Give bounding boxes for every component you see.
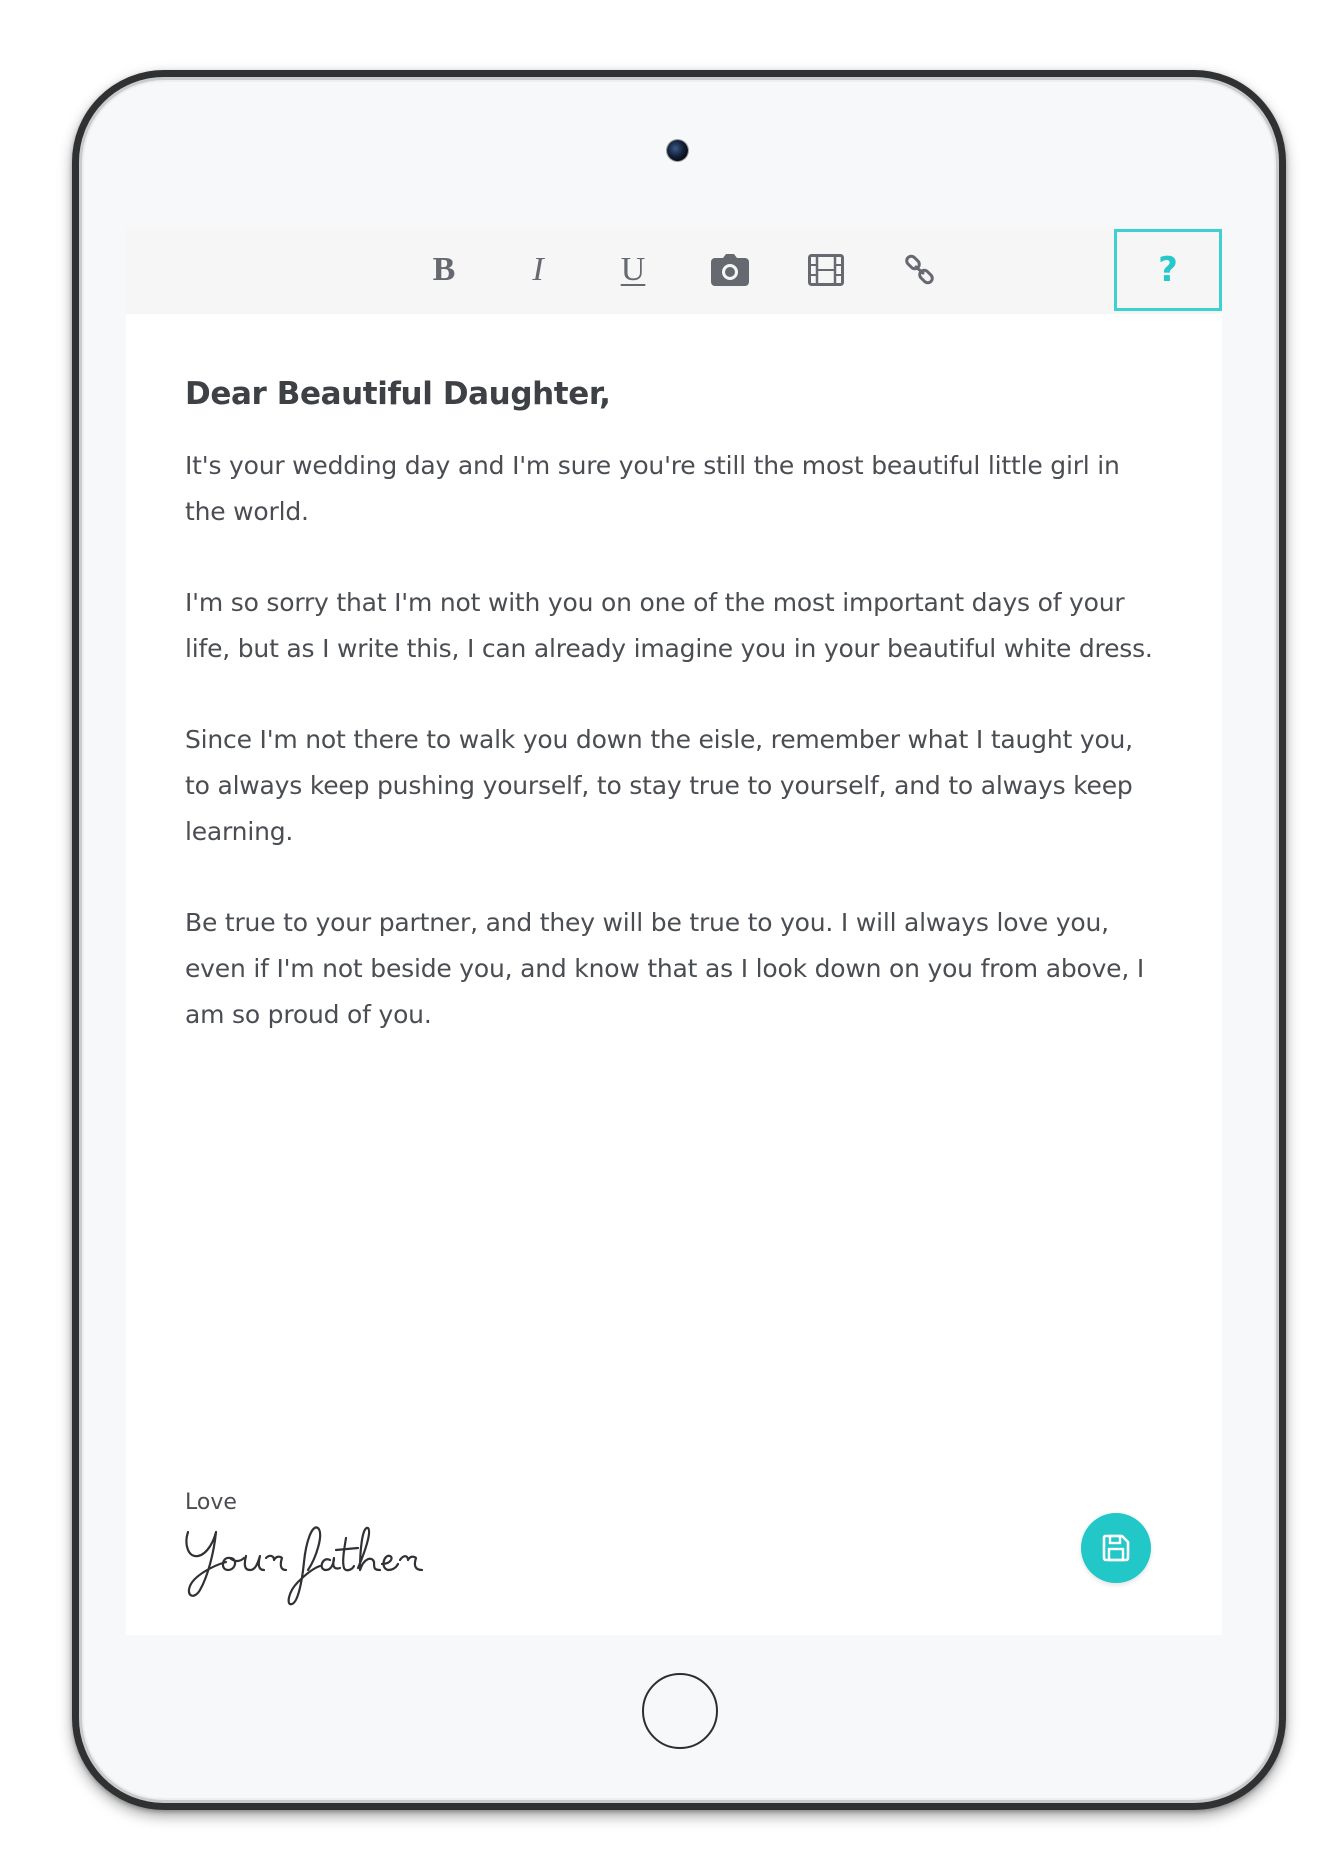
link-icon [905,254,934,285]
letter-paragraph-1: It's your wedding day and I'm sure you'r… [185,451,1120,527]
letter-body[interactable]: Dear Beautiful Daughter, It's your weddi… [185,376,1175,1083]
letter-paragraph-2: I'm so sorry that I'm not with you on on… [185,588,1153,664]
help-button[interactable]: ? [1114,229,1222,311]
insert-video-button[interactable] [798,242,854,298]
handwritten-signature [185,1526,424,1606]
letter-paragraph-4: Be true to your partner, and they will b… [185,908,1145,1030]
formatting-toolbar: B I U ? [126,228,1222,314]
underline-button[interactable]: U [605,242,661,298]
editor-screen: B I U ? Dear Beautiful Daughter, It's yo… [126,228,1222,1635]
save-icon [1102,1534,1130,1562]
letter-paragraph-3: Since I'm not there to walk you down the… [185,725,1133,847]
film-icon [808,254,844,286]
insert-link-button[interactable] [892,242,948,298]
bold-button[interactable]: B [416,242,472,298]
save-button[interactable] [1081,1513,1151,1583]
home-button[interactable] [642,1673,718,1749]
front-camera [667,140,688,161]
letter-closing: Love [185,1490,237,1515]
insert-photo-button[interactable] [702,242,758,298]
camera-icon [711,254,749,286]
italic-button[interactable]: I [510,242,566,298]
letter-salutation: Dear Beautiful Daughter, [185,376,611,412]
